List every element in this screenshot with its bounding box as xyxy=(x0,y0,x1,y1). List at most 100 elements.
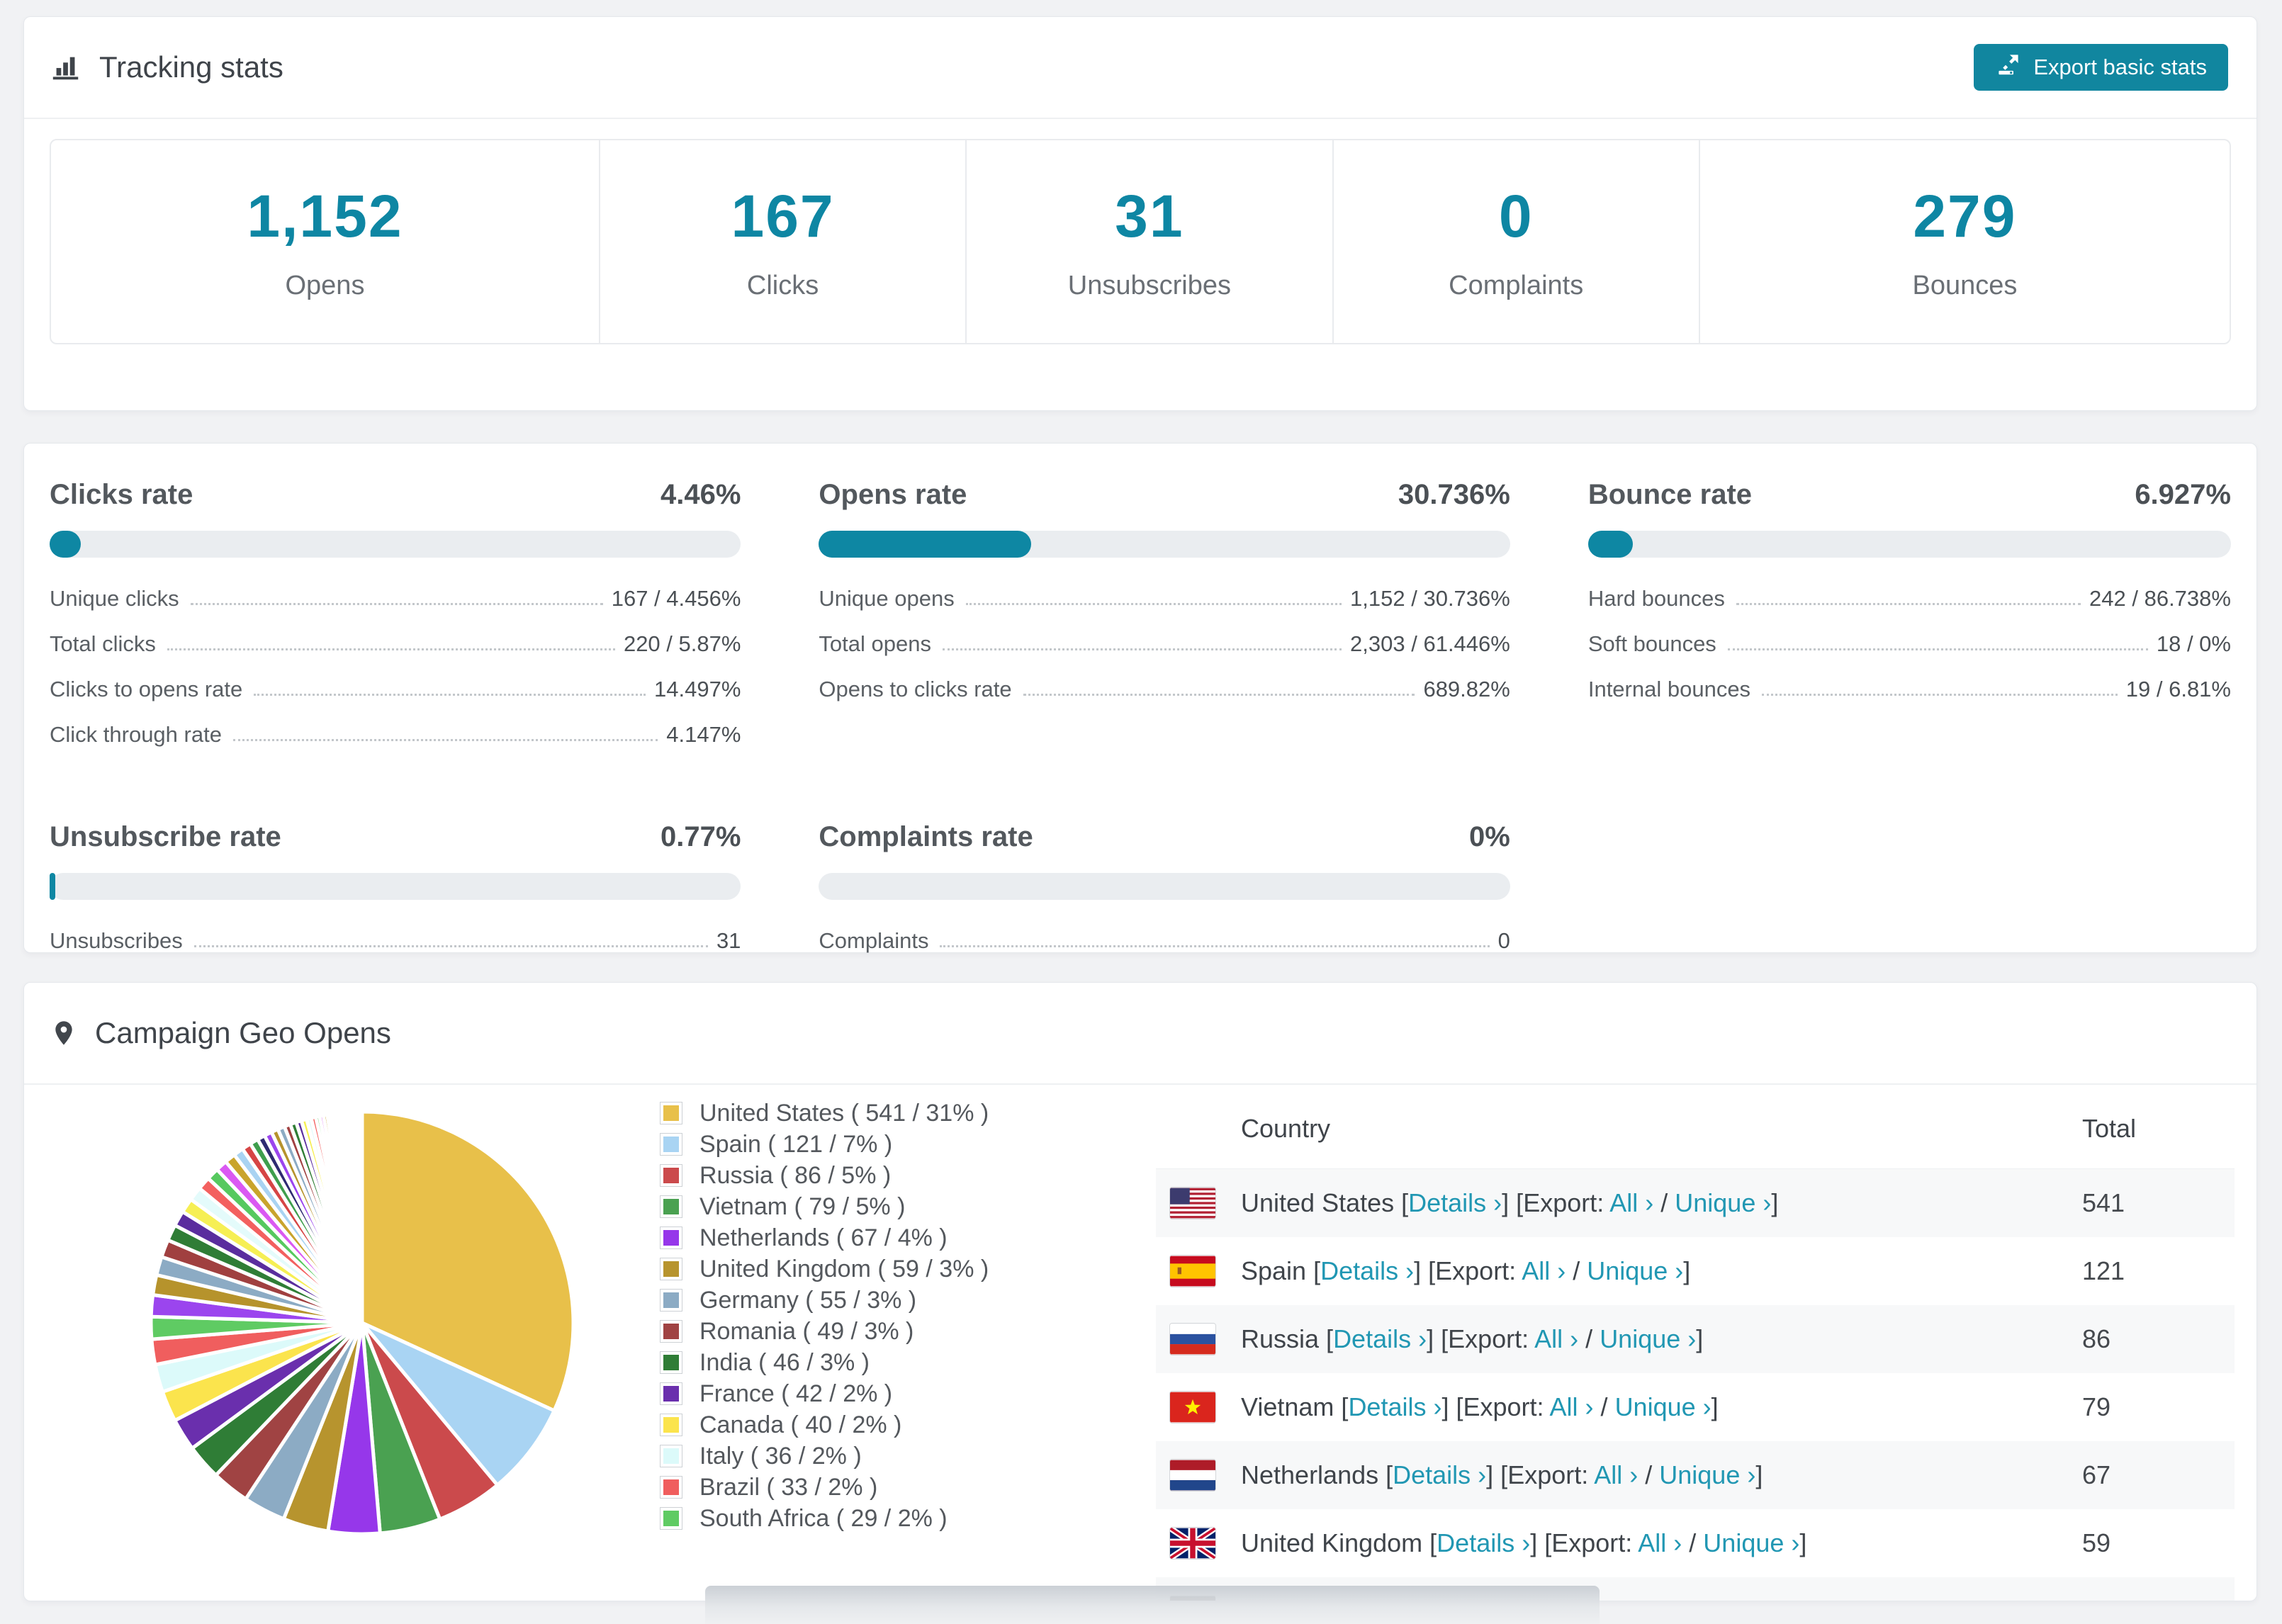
slash: / xyxy=(1593,1392,1615,1421)
export-unique-link[interactable]: Unique › xyxy=(1703,1528,1799,1557)
slash: / xyxy=(1605,1596,1626,1601)
details-link[interactable]: Details › xyxy=(1333,1324,1427,1353)
country-name: Vietnam xyxy=(1241,1392,1334,1421)
pie-slice-other-country[interactable] xyxy=(359,1110,364,1325)
metric-row-soft-bounces: Soft bounces 18 / 0% xyxy=(1588,621,2231,667)
metric-value: 220 / 5.87% xyxy=(623,631,741,656)
horizontal-scrollbar-thumb[interactable] xyxy=(705,1586,1600,1624)
legend-color-chip xyxy=(660,1258,682,1280)
rate-progress-fill xyxy=(1587,531,1633,558)
legend-label: Germany ( 55 / 3% ) xyxy=(699,1286,917,1314)
export-unique-link[interactable]: Unique › xyxy=(1675,1188,1771,1217)
details-link[interactable]: Details › xyxy=(1408,1188,1502,1217)
legend-label: United States ( 541 / 31% ) xyxy=(699,1099,989,1127)
metric-row-hard-bounces: Hard bounces 242 / 86.738% xyxy=(1588,576,2231,621)
metric-label: Total clicks xyxy=(50,631,156,656)
geo-table: Country Total United States [Details ›] … xyxy=(1156,1089,2235,1601)
metric-label: Soft bounces xyxy=(1587,631,1716,656)
legend-label: South Africa ( 29 / 2% ) xyxy=(699,1504,948,1532)
country-name: Russia xyxy=(1241,1324,1320,1353)
country-cell: Netherlands [Details ›] [Export: All › /… xyxy=(1241,1460,2082,1490)
export-all-link[interactable]: All › xyxy=(1594,1460,1638,1489)
legend-item-united-kingdom: United Kingdom ( 59 / 3% ) xyxy=(660,1253,989,1285)
country-column-header: Country xyxy=(1241,1114,1331,1143)
table-row-vietnam: Vietnam [Details ›] [Export: All › / Uni… xyxy=(1156,1373,2235,1441)
bracket: ] xyxy=(1683,1256,1691,1285)
es-flag-icon xyxy=(1170,1256,1215,1287)
metric-row-complaints: Complaints 0 xyxy=(819,918,1510,964)
rate-progress-bar xyxy=(1587,531,2231,558)
export-all-link[interactable]: All › xyxy=(1534,1324,1578,1353)
slash: / xyxy=(1638,1460,1660,1489)
legend-label: United Kingdom ( 59 / 3% ) xyxy=(699,1255,989,1282)
rate-value: 6.927% xyxy=(2135,479,2231,510)
export-unique-link[interactable]: Unique › xyxy=(1587,1256,1683,1285)
ru-flag-icon xyxy=(1170,1324,1215,1355)
page-title: Tracking stats xyxy=(99,50,283,84)
legend-color-chip xyxy=(660,1414,682,1436)
legend-item-vietnam: Vietnam ( 79 / 5% ) xyxy=(660,1191,989,1222)
legend-color-chip xyxy=(660,1102,682,1124)
table-row-united-kingdom: United Kingdom [Details ›] [Export: All … xyxy=(1156,1509,2235,1577)
gb-flag-icon xyxy=(1170,1528,1215,1559)
table-row-netherlands: Netherlands [Details ›] [Export: All › /… xyxy=(1156,1441,2235,1509)
legend-label: Netherlands ( 67 / 4% ) xyxy=(699,1224,948,1251)
dotted-leader xyxy=(190,603,603,605)
export-all-link[interactable]: All › xyxy=(1638,1528,1682,1557)
metric-label: Unique opens xyxy=(819,586,955,611)
legend-color-chip xyxy=(660,1164,682,1187)
export-label: Export: xyxy=(1523,1188,1610,1217)
country-cell: Russia [Details ›] [Export: All › / Uniq… xyxy=(1241,1324,2082,1354)
details-link[interactable]: Details › xyxy=(1393,1460,1486,1489)
dotted-leader xyxy=(1762,694,2118,696)
country-name: United States xyxy=(1241,1188,1395,1217)
bracket: ] xyxy=(1696,1324,1704,1353)
export-label: Export: xyxy=(1448,1324,1535,1353)
details-link[interactable]: Details › xyxy=(1348,1392,1441,1421)
geo-table-header: Country Total xyxy=(1156,1089,2235,1169)
rate-block-complaints-rate: Complaints rate 0% Complaints 0 xyxy=(819,821,1510,964)
export-all-link[interactable]: All › xyxy=(1522,1256,1566,1285)
stat-card-clicks: 167 Clicks xyxy=(598,140,965,343)
dotted-leader xyxy=(1727,648,2148,650)
export-basic-stats-button[interactable]: Export basic stats xyxy=(1974,44,2228,91)
legend-item-germany: Germany ( 55 / 3% ) xyxy=(660,1285,989,1316)
dotted-leader xyxy=(1023,694,1415,696)
export-unique-link[interactable]: Unique › xyxy=(1600,1324,1696,1353)
export-unique-link[interactable]: Unique › xyxy=(1659,1460,1755,1489)
rate-title: Clicks rate xyxy=(50,479,193,510)
bracket: ] xyxy=(1711,1392,1719,1421)
table-row-spain: Spain [Details ›] [Export: All › / Uniqu… xyxy=(1156,1237,2235,1305)
metric-row-total-clicks: Total clicks 220 / 5.87% xyxy=(50,621,741,667)
metric-value: 2,303 / 61.446% xyxy=(1350,631,1510,656)
rates-card: Clicks rate 4.46% Unique clicks 167 / 4.456… xyxy=(23,443,2257,953)
legend-label: France ( 42 / 2% ) xyxy=(699,1380,893,1407)
bracket: ] xyxy=(1799,1528,1807,1557)
us-flag-icon xyxy=(1170,1188,1215,1219)
total-column-header: Total xyxy=(2082,1114,2137,1143)
bracket: [ xyxy=(1334,1392,1349,1421)
legend-color-chip xyxy=(660,1320,682,1343)
details-link[interactable]: Details › xyxy=(1320,1256,1414,1285)
total-cell: 67 xyxy=(2082,1460,2111,1489)
country-name: Spain xyxy=(1241,1256,1307,1285)
total-cell: 55 xyxy=(2082,1596,2235,1601)
dotted-leader xyxy=(942,648,1342,650)
export-unique-link[interactable]: Unique › xyxy=(1615,1392,1712,1421)
export-all-link[interactable]: All › xyxy=(1609,1188,1653,1217)
metric-label: Internal bounces xyxy=(1587,677,1751,701)
rate-progress-bar xyxy=(819,531,1510,558)
metric-label: Opens to clicks rate xyxy=(819,677,1012,701)
legend-label: Italy ( 36 / 2% ) xyxy=(699,1442,862,1470)
bracket: ] [ xyxy=(1414,1256,1436,1285)
metric-value: 4.147% xyxy=(666,722,741,747)
legend-item-united-states: United States ( 541 / 31% ) xyxy=(660,1098,989,1129)
vn-flag-icon xyxy=(1170,1392,1215,1423)
stat-value: 1,152 xyxy=(247,183,403,249)
metric-row-total-opens: Total opens 2,303 / 61.446% xyxy=(819,621,1510,667)
export-unique-link[interactable]: Unique › xyxy=(1626,1596,1723,1601)
legend-item-italy: Italy ( 36 / 2% ) xyxy=(660,1440,989,1472)
metric-value: 689.82% xyxy=(1423,677,1510,701)
export-all-link[interactable]: All › xyxy=(1550,1392,1594,1421)
details-link[interactable]: Details › xyxy=(1437,1528,1530,1557)
